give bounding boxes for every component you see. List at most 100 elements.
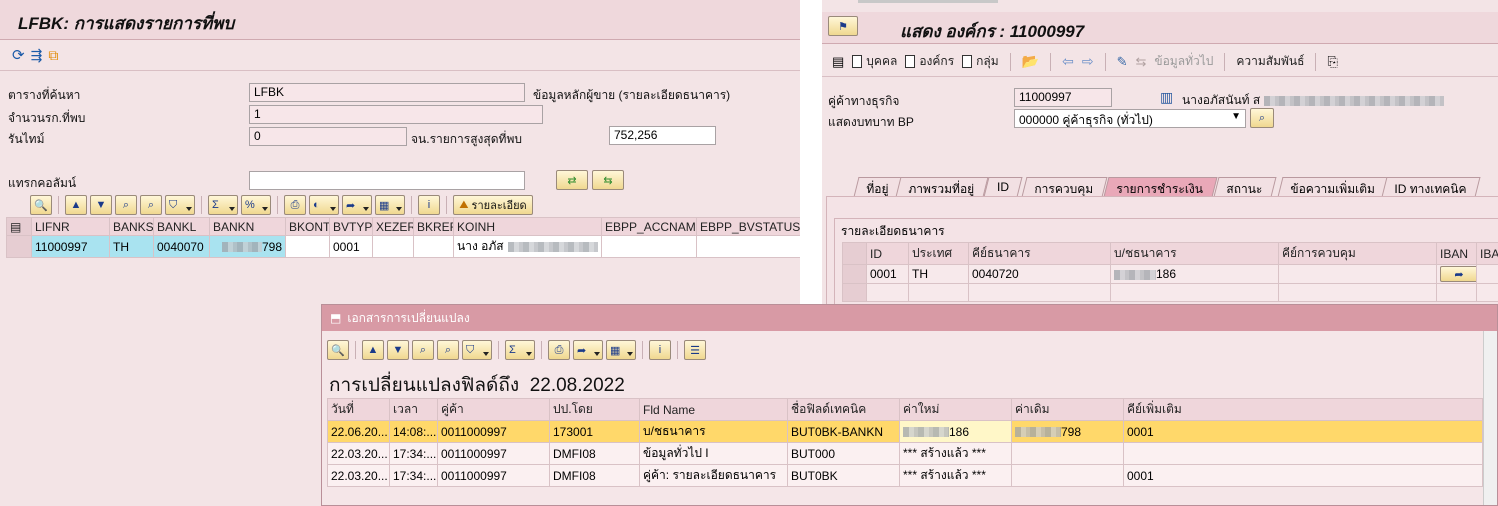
koinh-cell[interactable]: นาง อภัส bbox=[453, 235, 602, 258]
switch-icon[interactable]: ⇆ bbox=[1135, 54, 1146, 70]
select-all-cell[interactable]: ▤ bbox=[6, 217, 32, 236]
tab-address-overview[interactable]: ภาพรวมที่อยู่ bbox=[895, 177, 989, 197]
tech-field-cell[interactable]: BUT0BK-BANKN bbox=[787, 420, 900, 443]
folder-icon[interactable]: 📂 bbox=[1022, 53, 1039, 70]
organization-button[interactable]: องค์กร bbox=[905, 52, 954, 71]
find-next-icon[interactable]: ⌕ bbox=[437, 340, 459, 360]
layout-select-icon[interactable]: ▦ bbox=[375, 195, 405, 215]
tab-control[interactable]: การควบคุม bbox=[1021, 177, 1108, 197]
max-hits-field[interactable]: 752,256 bbox=[609, 126, 716, 145]
find-icon[interactable]: ⌕ bbox=[115, 195, 137, 215]
col-header[interactable]: คีย์การควบคุม bbox=[1278, 242, 1437, 265]
key-cell[interactable]: 0001 bbox=[1123, 420, 1483, 443]
col-header[interactable]: EBPP_ACCNAME bbox=[601, 217, 697, 236]
sort-ascending-icon[interactable]: ▲ bbox=[65, 195, 87, 215]
field-name-cell[interactable]: บ/ชธนาคาร bbox=[639, 420, 788, 443]
col-header[interactable]: คู่ค้า bbox=[437, 398, 550, 421]
col-header[interactable]: ปป.โดย bbox=[549, 398, 640, 421]
bankl-cell[interactable]: 0040070 bbox=[153, 235, 210, 258]
relationships-button[interactable]: ความสัมพันธ์ bbox=[1236, 52, 1304, 71]
bkref-cell[interactable] bbox=[413, 235, 454, 258]
tab-status[interactable]: สถานะ bbox=[1213, 177, 1277, 197]
col-header[interactable]: วันที่ bbox=[327, 398, 390, 421]
general-data-button[interactable]: ข้อมูลทั่วไป bbox=[1154, 52, 1213, 71]
row-selector[interactable] bbox=[6, 235, 32, 258]
tech-field-cell[interactable]: BUT000 bbox=[787, 442, 900, 465]
insert-column-button[interactable]: ⇄ bbox=[556, 170, 588, 190]
old-value-cell[interactable]: 798 bbox=[1011, 420, 1124, 443]
col-header[interactable]: BVTYP bbox=[329, 217, 373, 236]
old-value-cell[interactable] bbox=[1011, 442, 1124, 465]
col-header[interactable]: คีย์ธนาคาร bbox=[968, 242, 1111, 265]
col-header[interactable]: BKREF bbox=[413, 217, 454, 236]
export-icon[interactable]: ➦ bbox=[342, 195, 372, 215]
search-table-field[interactable]: LFBK bbox=[249, 83, 525, 102]
sum-icon[interactable]: Σ bbox=[208, 195, 238, 215]
col-header[interactable]: ชื่อฟิลด์เทคนิค bbox=[787, 398, 900, 421]
find-next-icon[interactable]: ⌕ bbox=[140, 195, 162, 215]
iba-cell[interactable] bbox=[1476, 264, 1498, 284]
forward-arrow-icon[interactable]: ⇨ bbox=[1082, 53, 1094, 70]
table-row[interactable]: 22.06.20... 14:08:... 0011000997 173001 … bbox=[327, 420, 1483, 443]
time-cell[interactable]: 14:08:... bbox=[389, 420, 438, 443]
changed-by-cell[interactable]: DMFI08 bbox=[549, 442, 640, 465]
bp-number-field[interactable]: 11000997 bbox=[1014, 88, 1112, 107]
col-header[interactable]: IBAN bbox=[1436, 242, 1477, 265]
group-button[interactable]: กลุ่ม bbox=[962, 52, 999, 71]
list-icon[interactable]: ☰ bbox=[684, 340, 706, 360]
table-row[interactable]: 22.03.20... 17:34:... 0011000997 DMFI08 … bbox=[327, 464, 1483, 487]
table-row[interactable]: 11000997 TH 0040070 798 0001 นาง อภัส bbox=[6, 235, 800, 258]
field-name-cell[interactable]: คู่ค้า: รายละเอียดธนาคาร bbox=[639, 464, 788, 487]
layout-icon[interactable]: ⧉ bbox=[48, 47, 58, 64]
col-header[interactable]: BKONT bbox=[285, 217, 330, 236]
partner-cell[interactable]: 0011000997 bbox=[437, 464, 550, 487]
changed-by-cell[interactable]: 173001 bbox=[549, 420, 640, 443]
tab-payment-transactions[interactable]: รายการชำระเงิน bbox=[1103, 177, 1218, 197]
info-icon[interactable]: i bbox=[649, 340, 671, 360]
sort-descending-icon[interactable]: ▼ bbox=[387, 340, 409, 360]
layout-select-icon[interactable]: ▦ bbox=[606, 340, 636, 360]
views-icon[interactable]: ◐ bbox=[309, 195, 339, 215]
person-button[interactable]: บุคคล bbox=[852, 52, 897, 71]
col-header[interactable]: ID bbox=[866, 242, 909, 265]
select-all-cell[interactable] bbox=[842, 242, 867, 265]
control-key-cell[interactable] bbox=[1278, 264, 1437, 284]
country-cell[interactable]: TH bbox=[908, 264, 969, 284]
print-icon[interactable]: ⎙ bbox=[548, 340, 570, 360]
key-cell[interactable] bbox=[1123, 442, 1483, 465]
new-value-cell[interactable]: 186 bbox=[899, 420, 1012, 443]
bank-id-cell[interactable]: 0001 bbox=[866, 264, 909, 284]
sort-descending-icon[interactable]: ▼ bbox=[90, 195, 112, 215]
col-header[interactable]: LIFNR bbox=[31, 217, 110, 236]
new-value-cell[interactable]: *** สร้างแล้ว *** bbox=[899, 442, 1012, 465]
dialog-scrollbar[interactable] bbox=[1483, 331, 1497, 505]
col-header[interactable]: Fld Name bbox=[639, 398, 788, 421]
refresh-icon[interactable]: ⟳ bbox=[12, 46, 25, 64]
document-flow-icon[interactable]: ⎘ bbox=[1327, 54, 1337, 70]
tab-technical-id[interactable]: ID ทางเทคนิค bbox=[1381, 177, 1481, 197]
iban-cell[interactable]: ➦ bbox=[1436, 264, 1477, 284]
filter-icon[interactable]: ⛉ bbox=[462, 340, 492, 360]
table-row[interactable]: 22.03.20... 17:34:... 0011000997 DMFI08 … bbox=[327, 442, 1483, 465]
row-selector[interactable] bbox=[842, 264, 867, 284]
new-value-cell[interactable]: *** สร้างแล้ว *** bbox=[899, 464, 1012, 487]
changed-by-cell[interactable]: DMFI08 bbox=[549, 464, 640, 487]
field-name-cell[interactable]: ข้อมูลทั่วไป I bbox=[639, 442, 788, 465]
date-cell[interactable]: 22.03.20... bbox=[327, 442, 390, 465]
col-header[interactable]: ประเทศ bbox=[908, 242, 969, 265]
xezer-cell[interactable] bbox=[372, 235, 414, 258]
edit-icon[interactable]: ✎ bbox=[1117, 54, 1128, 70]
tab-additional-text[interactable]: ข้อความเพิ่มเติม bbox=[1277, 177, 1390, 197]
account-number-cell[interactable]: 186 bbox=[1110, 264, 1279, 284]
print-icon[interactable]: ⎙ bbox=[284, 195, 306, 215]
col-header[interactable]: KOINH bbox=[453, 217, 602, 236]
role-change-button[interactable]: ⌕ bbox=[1250, 108, 1274, 128]
bp-app-icon[interactable]: ⚑ bbox=[828, 16, 858, 36]
filter-settings-icon[interactable]: ⇶ bbox=[31, 47, 43, 64]
bp-role-select[interactable]: 000000 คู่ค้าธุรกิจ (ทั่วไป) ▼ bbox=[1014, 109, 1246, 128]
bankn-cell[interactable]: 798 bbox=[209, 235, 286, 258]
col-header[interactable]: BANKS bbox=[109, 217, 154, 236]
col-header[interactable]: บ/ชธนาคาร bbox=[1110, 242, 1279, 265]
table-row[interactable] bbox=[842, 283, 1498, 302]
time-cell[interactable]: 17:34:... bbox=[389, 464, 438, 487]
